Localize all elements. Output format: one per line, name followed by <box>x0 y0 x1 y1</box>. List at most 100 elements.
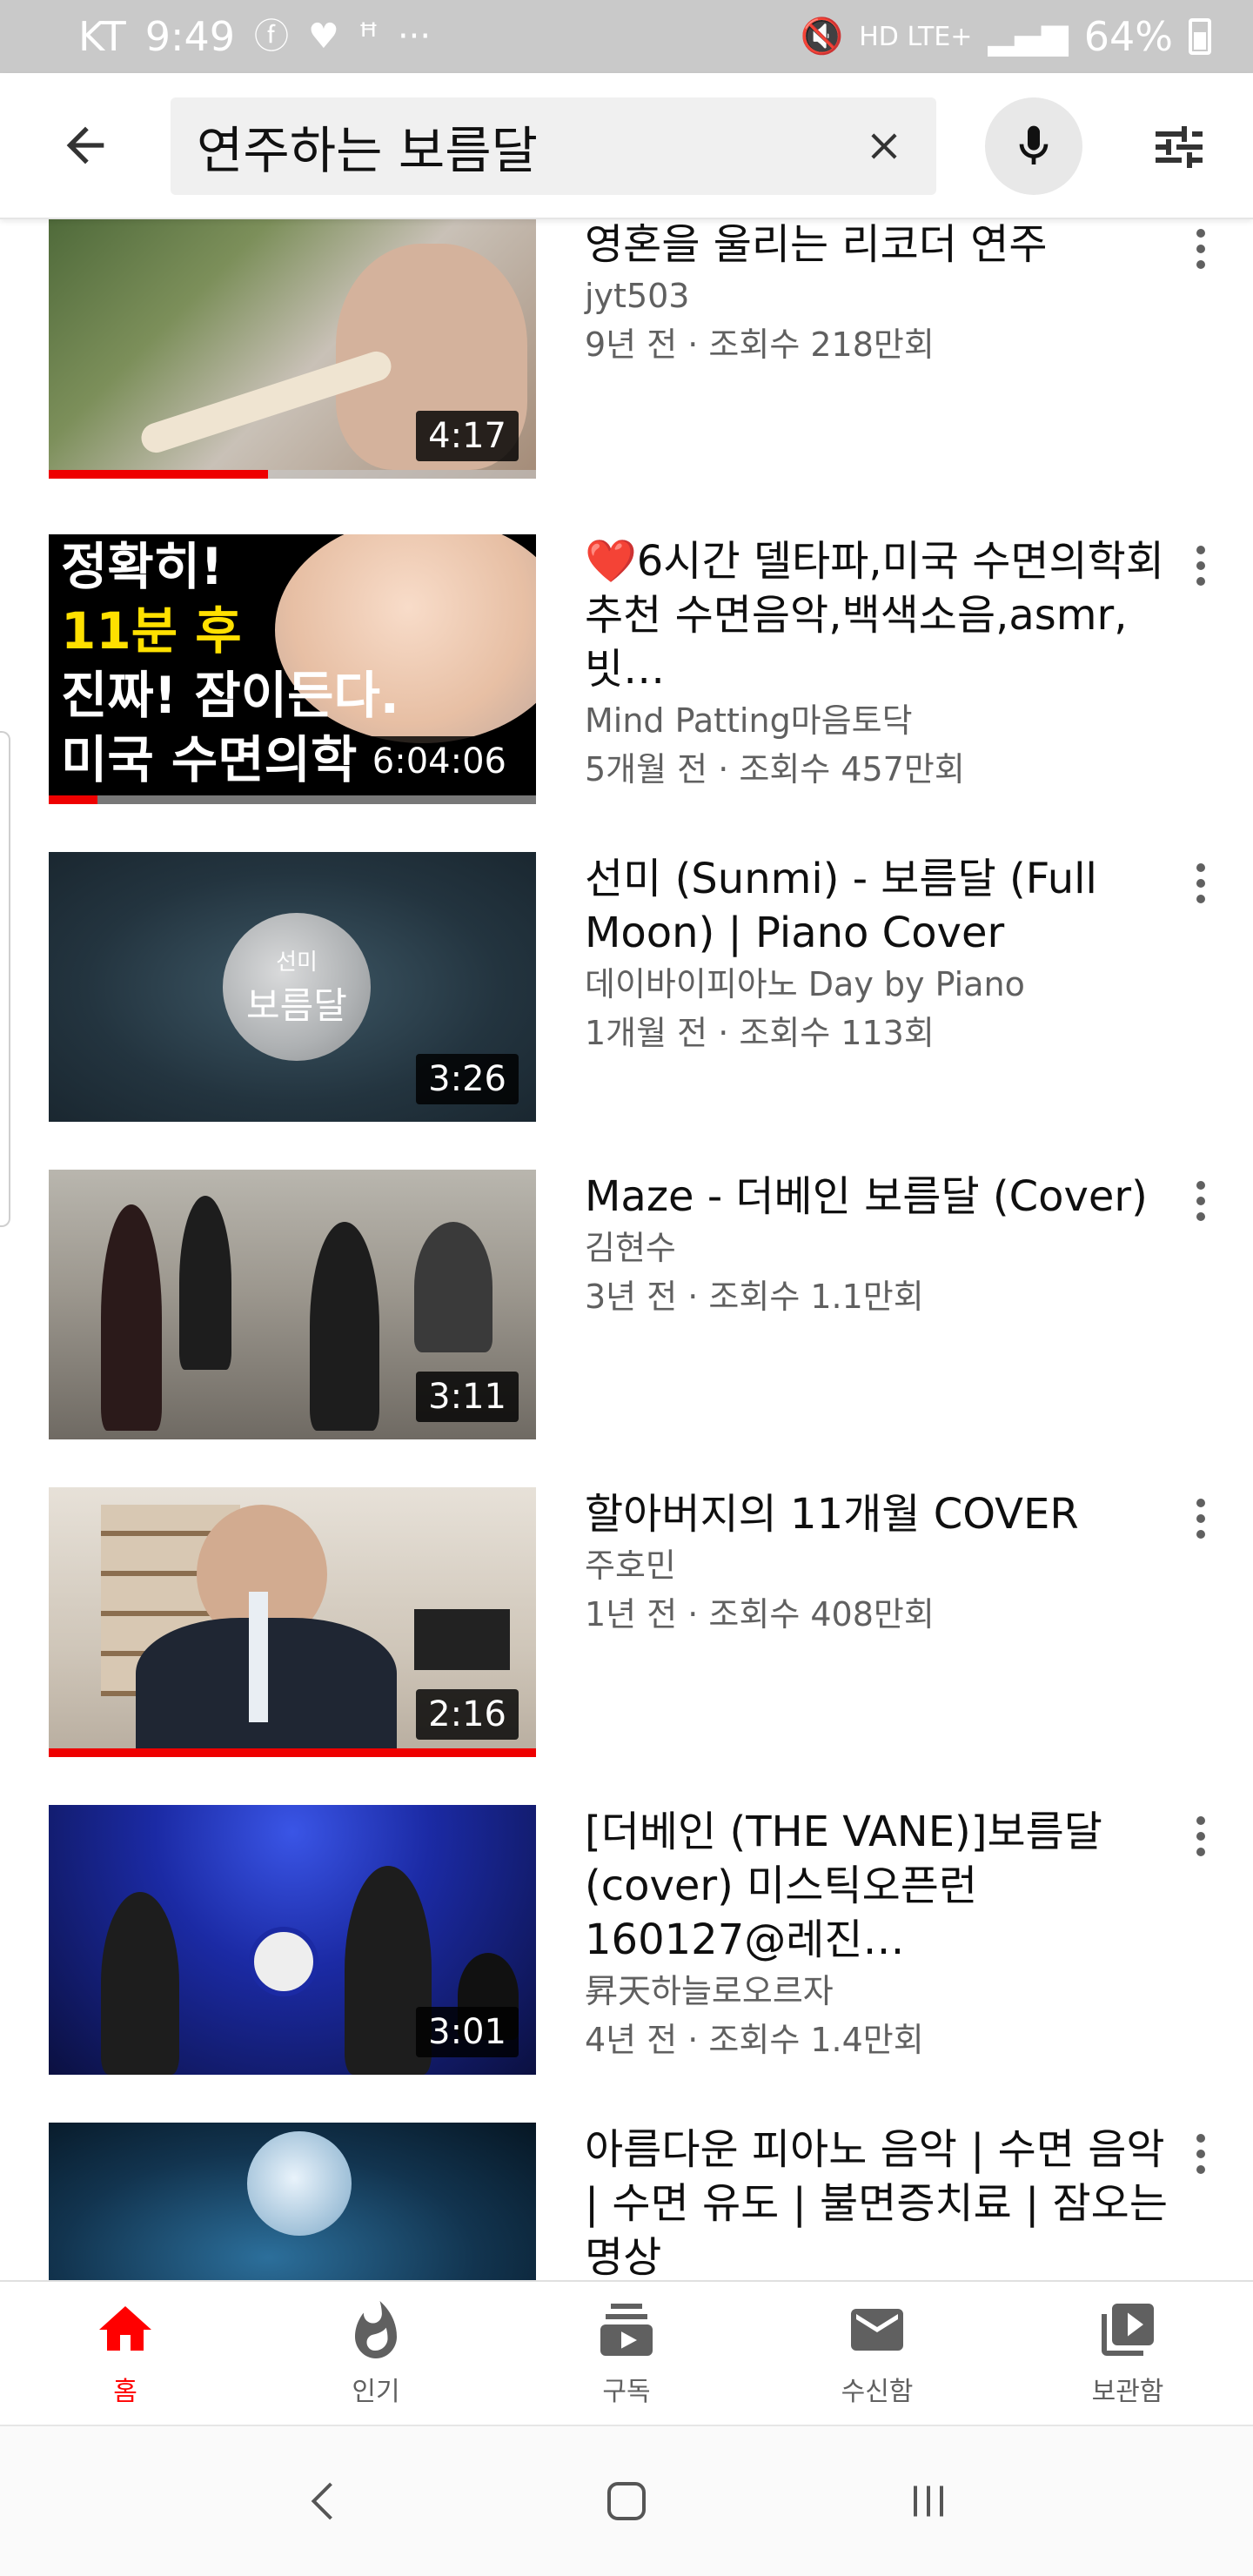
status-bar: KT 9:49 ⓕ ♥ ꟸ ··· 🔇 HD LTE+ ▂▄▆ 64% <box>0 0 1253 73</box>
nav-library[interactable]: 보관함 <box>1002 2282 1253 2425</box>
more-options-button[interactable] <box>1183 1175 1218 1227</box>
video-thumbnail[interactable] <box>49 2123 536 2280</box>
thumbnail-text: 진짜! 잠이든다. <box>61 666 399 725</box>
more-options-button[interactable] <box>1183 223 1218 275</box>
video-duration: 3:26 <box>416 1054 519 1104</box>
video-meta: Maze - 더베인 보름달 (Cover) 김현수 3년 전 · 조회수 1.… <box>585 1170 1176 1321</box>
thumbnail-text: 선미 <box>276 949 318 976</box>
channel-name[interactable]: Mind Patting마음토닥 <box>585 696 1176 745</box>
thumbnail-text: 정확히! <box>61 537 224 596</box>
battery-icon <box>1189 18 1211 55</box>
close-icon <box>871 133 897 159</box>
video-title[interactable]: 선미 (Sunmi) - 보름달 (Full Moon) | Piano Cov… <box>585 852 1176 960</box>
back-button[interactable] <box>49 109 122 182</box>
recent-apps-icon <box>913 2485 943 2517</box>
video-item[interactable]: 4:17 영혼을 울리는 리코더 연주 jyt503 9년 전 · 조회수 21… <box>0 219 1253 487</box>
channel-name[interactable]: 데이바이피아노 Day by Piano <box>585 960 1176 1009</box>
search-query[interactable]: 연주하는 보름달 <box>197 110 538 183</box>
video-stats: 5개월 전 · 조회수 457만회 <box>585 750 965 788</box>
video-title[interactable]: 영혼을 울리는 리코더 연주 <box>585 219 1176 272</box>
watch-progress-track <box>49 795 536 804</box>
nav-subscriptions[interactable]: 구독 <box>501 2282 752 2425</box>
more-options-button[interactable] <box>1183 2128 1218 2180</box>
video-item[interactable]: 선미 보름달 3:26 선미 (Sunmi) - 보름달 (Full Moon)… <box>0 852 1253 1122</box>
thumbnail-guitarist <box>310 1222 379 1431</box>
bottom-navigation: 홈 인기 구독 수신함 보관함 <box>0 2280 1253 2425</box>
microphone-icon <box>1019 125 1049 164</box>
more-options-button[interactable] <box>1183 1810 1218 1862</box>
more-vert-icon <box>1196 546 1205 554</box>
app-notification-icon: ꟸ <box>358 17 379 57</box>
clear-search-button[interactable] <box>853 115 915 178</box>
video-thumbnail[interactable]: 2:16 <box>49 1487 536 1757</box>
nav-label: 구독 <box>602 2377 651 2407</box>
video-stats: 4년 전 · 조회수 1.4만회 <box>585 2021 924 2059</box>
thumbnail-recorder <box>249 1592 268 1722</box>
video-duration: 3:01 <box>416 2007 519 2057</box>
video-duration: 4:17 <box>416 411 519 461</box>
edge-panel-handle[interactable] <box>0 731 10 1227</box>
video-title[interactable]: 아름다운 피아노 음악 | 수면 음악 | 수면 유도 | 불면증치료 | 잠오… <box>585 2123 1176 2280</box>
video-meta: ❤️6시간 델타파,미국 수면의학회 추천 수면음악,백색소음,asmr,빗… … <box>585 534 1176 794</box>
nav-label: 수신함 <box>841 2377 914 2407</box>
video-thumbnail[interactable]: 4:17 <box>49 219 536 479</box>
system-home-button[interactable] <box>587 2462 666 2540</box>
video-item[interactable]: 아름다운 피아노 음악 | 수면 음악 | 수면 유도 | 불면증치료 | 잠오… <box>0 2123 1253 2280</box>
more-vert-icon <box>1196 1499 1205 1507</box>
video-item[interactable]: 2:16 할아버지의 11개월 COVER 주호민 1년 전 · 조회수 408… <box>0 1487 1253 1757</box>
video-thumbnail[interactable]: 3:01 <box>49 1805 536 2075</box>
thumbnail-bassist <box>179 1196 231 1370</box>
video-title[interactable]: [더베인 (THE VANE)]보름달(cover) 미스틱오픈런160127@… <box>585 1805 1176 1967</box>
carrier-label: KT <box>78 13 126 60</box>
network-type: HD LTE+ <box>859 21 973 52</box>
nav-inbox[interactable]: 수신함 <box>752 2282 1002 2425</box>
filter-sliders-icon <box>1156 126 1203 168</box>
system-back-button[interactable] <box>285 2462 364 2540</box>
channel-name[interactable]: jyt503 <box>585 272 1176 320</box>
more-vert-icon <box>1196 2134 1205 2143</box>
subscriptions-icon <box>600 2304 653 2356</box>
video-meta: 영혼을 울리는 리코더 연주 jyt503 9년 전 · 조회수 218만회 <box>585 219 1176 369</box>
system-recents-button[interactable] <box>889 2462 968 2540</box>
more-options-button[interactable] <box>1183 540 1218 592</box>
video-item[interactable]: 정확히! 11분 후 진짜! 잠이든다. 미국 수면의학 6:04:06 ❤️6… <box>0 534 1253 804</box>
more-vert-icon <box>1196 1181 1205 1190</box>
nav-trending[interactable]: 인기 <box>251 2282 501 2425</box>
video-stats: 1개월 전 · 조회수 113회 <box>585 1014 935 1052</box>
video-duration: 3:11 <box>416 1372 519 1422</box>
video-title[interactable]: 할아버지의 11개월 COVER <box>585 1487 1176 1541</box>
more-options-button[interactable] <box>1183 1493 1218 1545</box>
thumbnail-logo <box>249 1927 318 1996</box>
video-title[interactable]: ❤️6시간 델타파,미국 수면의학회 추천 수면음악,백색소음,asmr,빗… <box>585 534 1176 696</box>
channel-name[interactable]: 김현수 <box>585 1224 1176 1272</box>
search-filter-button[interactable] <box>1140 108 1218 186</box>
video-stats: 9년 전 · 조회수 218만회 <box>585 325 935 364</box>
search-results-list[interactable]: 4:17 영혼을 울리는 리코더 연주 jyt503 9년 전 · 조회수 21… <box>0 219 1253 2280</box>
video-thumbnail[interactable]: 3:11 <box>49 1170 536 1439</box>
nav-label: 홈 <box>113 2377 137 2407</box>
video-item[interactable]: 3:11 Maze - 더베인 보름달 (Cover) 김현수 3년 전 · 조… <box>0 1170 1253 1439</box>
video-item[interactable]: 3:01 [더베인 (THE VANE)]보름달(cover) 미스틱오픈런16… <box>0 1805 1253 2075</box>
more-vert-icon <box>1196 1816 1205 1825</box>
thumbnail-text: 보름달 <box>246 984 347 1027</box>
video-stats: 3년 전 · 조회수 1.1만회 <box>585 1278 924 1316</box>
channel-name[interactable]: 昇天하늘로오르자 <box>585 1967 1176 2016</box>
video-title[interactable]: Maze - 더베인 보름달 (Cover) <box>585 1170 1176 1224</box>
video-meta: 아름다운 피아노 음악 | 수면 음악 | 수면 유도 | 불면증치료 | 잠오… <box>585 2123 1176 2280</box>
system-navigation-bar <box>0 2425 1253 2576</box>
facebook-icon: ⓕ <box>254 17 290 57</box>
thumbnail-guitarist <box>101 1204 162 1431</box>
library-icon <box>1102 2304 1154 2356</box>
search-input[interactable]: 연주하는 보름달 <box>171 97 936 195</box>
video-thumbnail[interactable]: 정확히! 11분 후 진짜! 잠이든다. 미국 수면의학 6:04:06 <box>49 534 536 804</box>
more-options-button[interactable] <box>1183 857 1218 909</box>
home-icon <box>99 2306 151 2351</box>
nav-home[interactable]: 홈 <box>0 2282 251 2425</box>
video-thumbnail[interactable]: 선미 보름달 3:26 <box>49 852 536 1122</box>
nav-label: 인기 <box>352 2377 400 2407</box>
channel-name[interactable]: 주호민 <box>585 1541 1176 1590</box>
battery-percent: 64% <box>1083 13 1173 60</box>
watch-progress-bar <box>49 1748 536 1757</box>
watch-progress-bar <box>49 795 97 804</box>
voice-search-button[interactable] <box>985 97 1082 195</box>
